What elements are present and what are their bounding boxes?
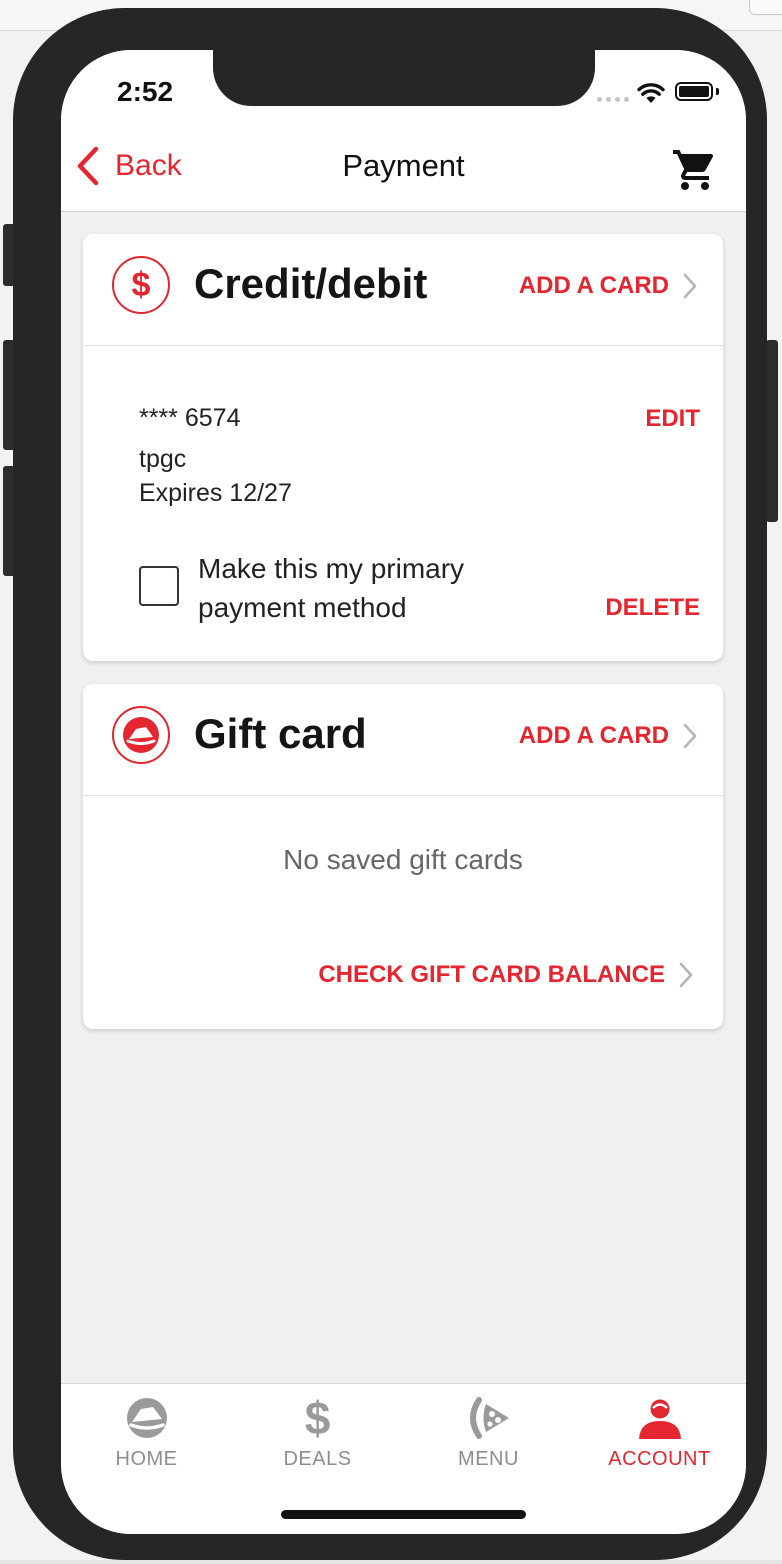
tab-label-account: ACCOUNT (608, 1448, 711, 1470)
home-icon (61, 1396, 232, 1440)
gift-card-title: Gift card (194, 710, 367, 757)
add-credit-card-button[interactable]: ADD A CARD (519, 272, 697, 300)
phone-frame: 2:52 Back Payment $ Credit/debit ADD A C… (13, 8, 767, 1560)
wifi-icon (637, 83, 665, 103)
status-time: 2:52 (117, 76, 174, 107)
tab-label-menu: MENU (458, 1448, 519, 1470)
window-bottom-strip (0, 1560, 782, 1564)
menu-icon (403, 1396, 574, 1440)
card-masked-number: **** 6574 (139, 404, 241, 432)
battery-cap (716, 88, 719, 95)
cart-icon (673, 150, 714, 190)
gift-card-header: Gift card ADD A CARD (83, 684, 723, 796)
no-gift-cards-message: No saved gift cards (283, 844, 523, 875)
battery-icon (675, 82, 713, 101)
deals-icon: $ (304, 1392, 331, 1444)
check-balance-label: CHECK GIFT CARD BALANCE (318, 961, 665, 988)
home-indicator[interactable] (281, 1510, 526, 1519)
chevron-right-icon (679, 962, 693, 988)
window-corner-control (749, 0, 782, 15)
add-gift-card-label: ADD A CARD (518, 722, 669, 749)
tab-label-deals: DEALS (283, 1448, 352, 1470)
primary-payment-checkbox[interactable] (139, 566, 179, 606)
add-gift-card-button[interactable]: ADD A CARD (519, 722, 697, 750)
power-button (766, 340, 778, 522)
add-card-label: ADD A CARD (518, 272, 669, 299)
chevron-right-icon (683, 723, 697, 749)
dollar-icon: $ (112, 256, 170, 314)
credit-debit-title: Credit/debit (194, 260, 428, 307)
account-icon (574, 1396, 745, 1440)
tab-bar: HOME $ DEALS MENU ACCOUNT (61, 1383, 746, 1534)
card-holder-name: tpgc (139, 445, 187, 473)
credit-debit-card: $ Credit/debit ADD A CARD **** 6574 tpgc… (83, 234, 723, 661)
delete-card-button[interactable]: DELETE (605, 594, 700, 622)
signal-icon (597, 97, 629, 102)
tab-home[interactable]: HOME (61, 1384, 232, 1484)
card-expiry: Expires 12/27 (139, 479, 292, 507)
primary-payment-label: Make this my primary payment method (198, 553, 465, 623)
device-notch (213, 50, 595, 106)
cart-button[interactable] (671, 146, 719, 199)
chevron-right-icon (683, 273, 697, 299)
tab-deals[interactable]: $ DEALS (232, 1384, 403, 1484)
app-screen: 2:52 Back Payment $ Credit/debit ADD A C… (61, 50, 746, 1534)
tab-label-home: HOME (115, 1448, 178, 1470)
tab-menu[interactable]: MENU (403, 1384, 574, 1484)
pizza-hut-logo-icon (112, 706, 170, 764)
tab-account[interactable]: ACCOUNT (574, 1384, 745, 1484)
credit-debit-header: $ Credit/debit ADD A CARD (83, 234, 723, 346)
page-title: Payment (342, 148, 465, 183)
gift-card-section: Gift card ADD A CARD No saved gift cards… (83, 684, 723, 1029)
check-balance-button[interactable]: CHECK GIFT CARD BALANCE (318, 961, 693, 989)
edit-card-button[interactable]: EDIT (645, 405, 700, 433)
